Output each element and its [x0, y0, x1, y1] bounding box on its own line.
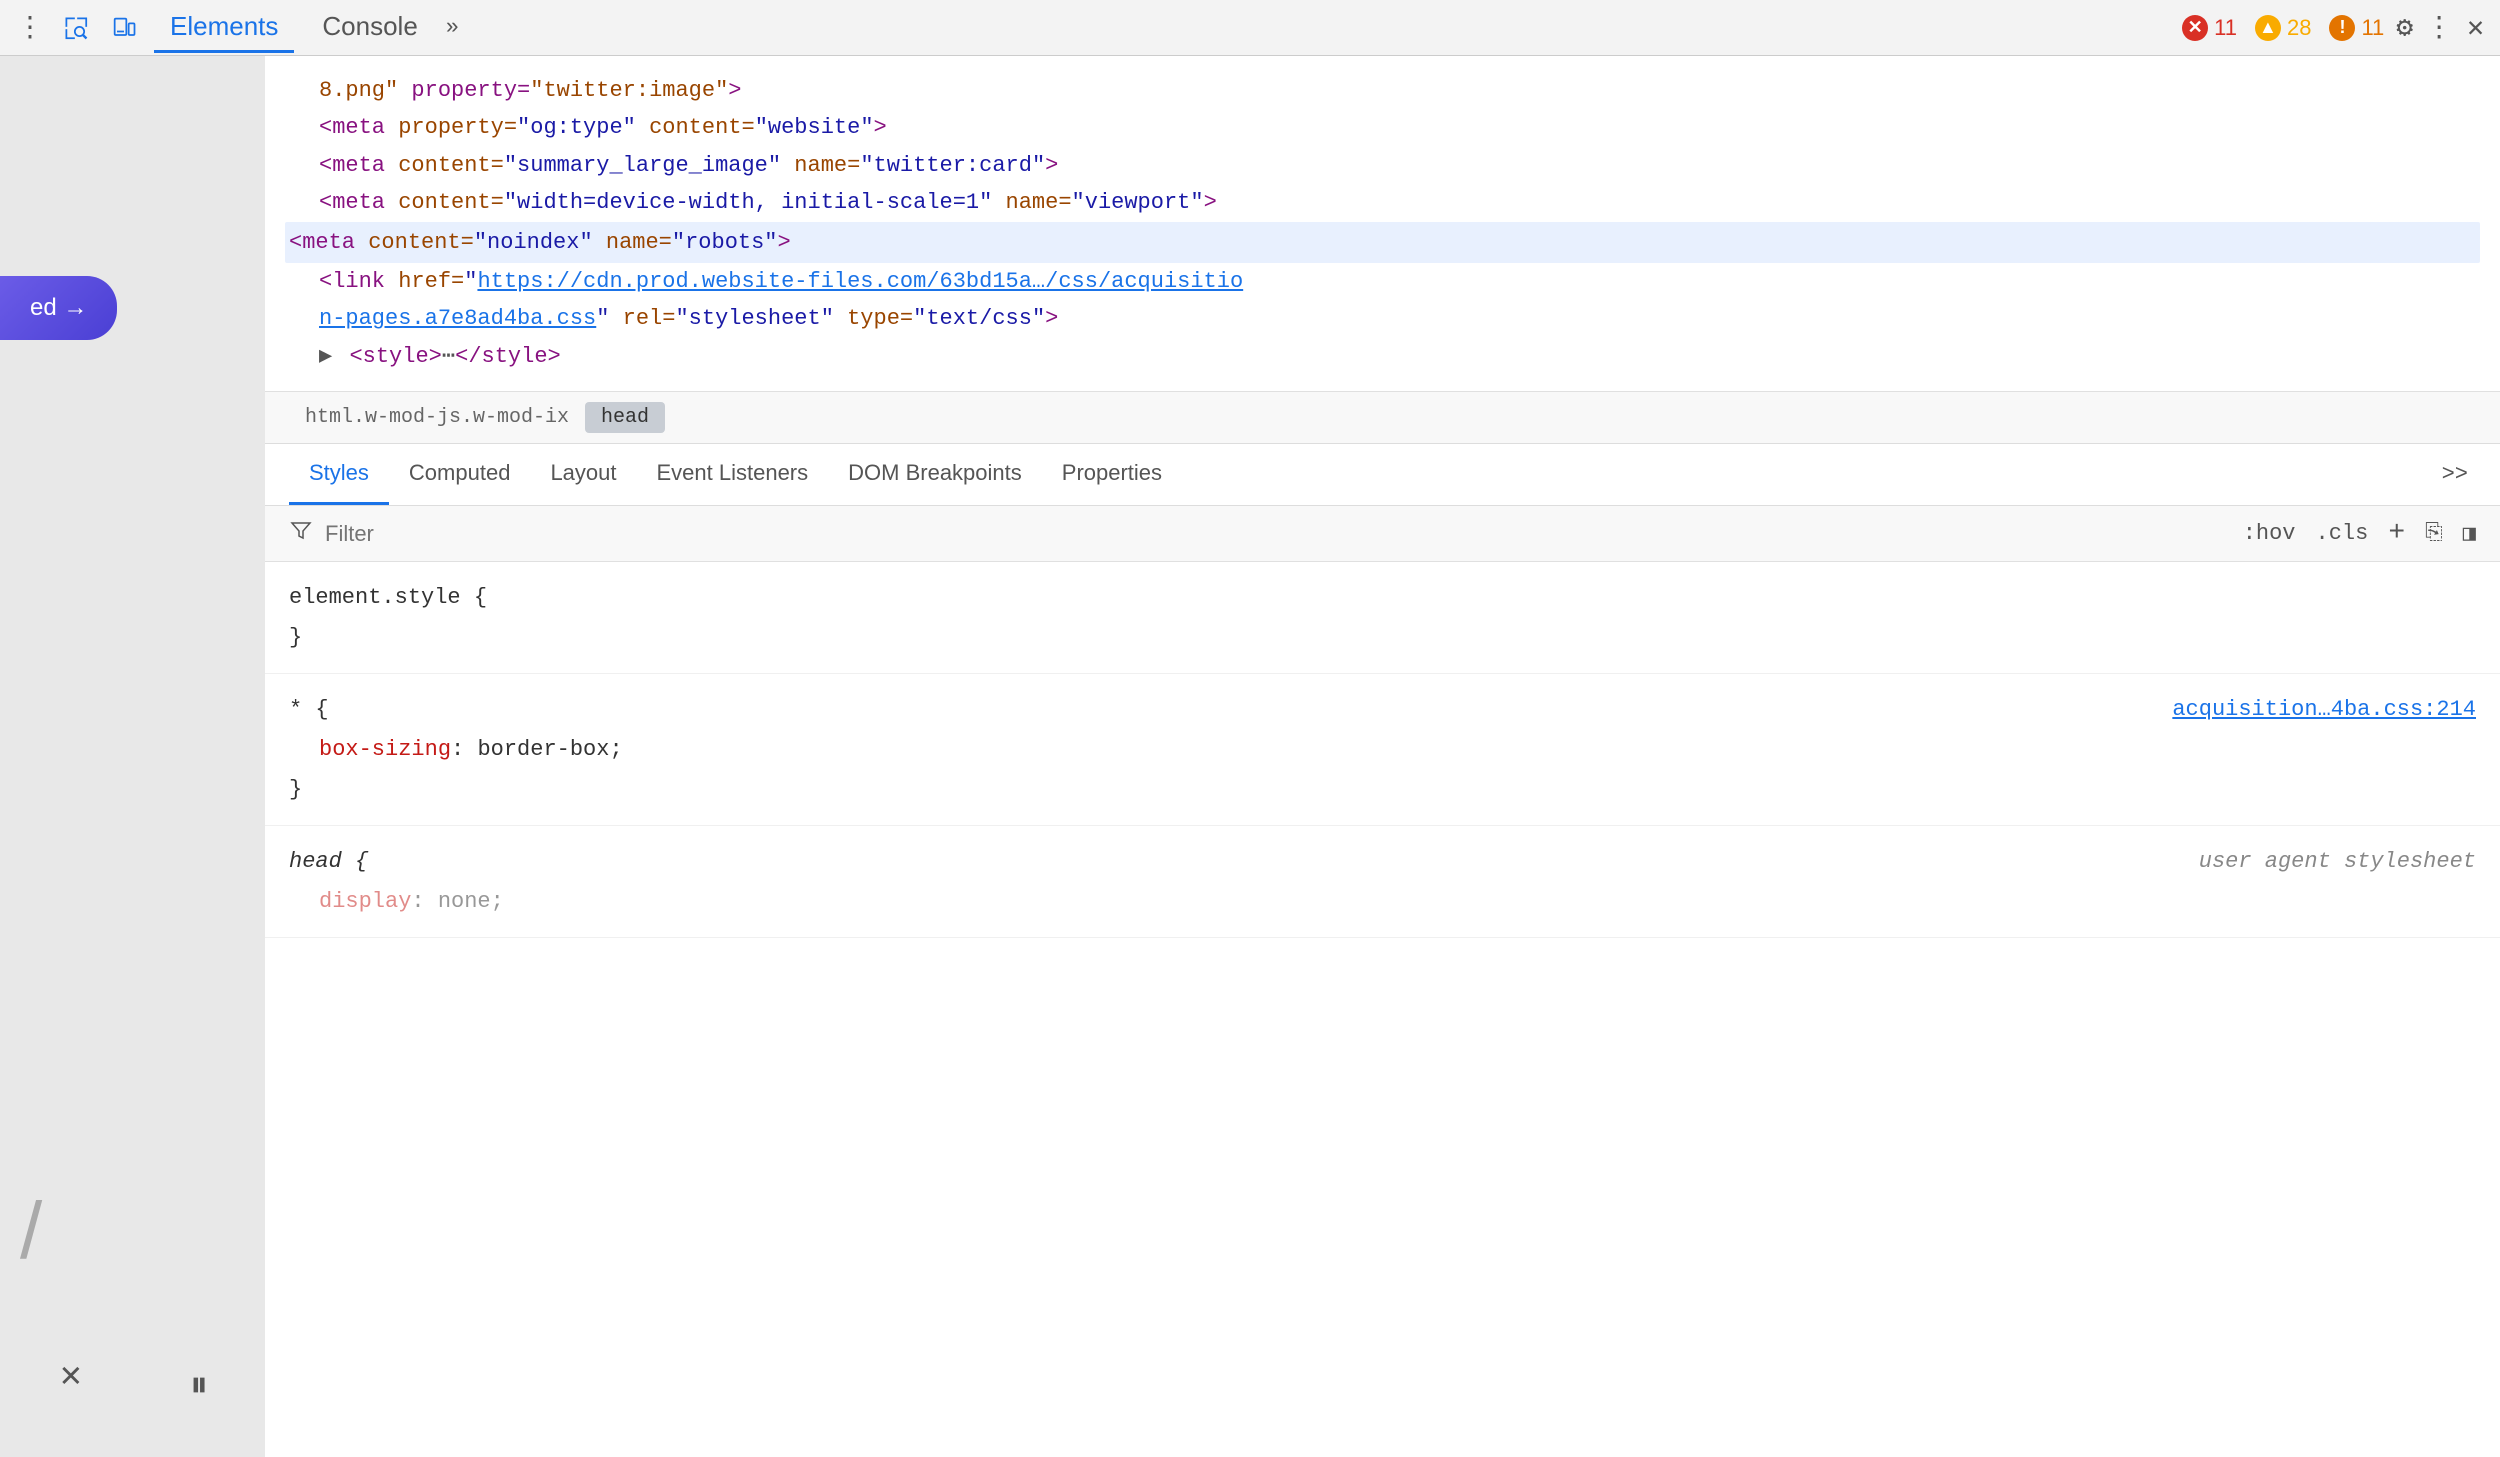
- star-rule: * { acquisition…4ba.css:214 box-sizing: …: [265, 674, 2500, 826]
- cls-button[interactable]: .cls: [2316, 521, 2369, 546]
- styles-tabs-bar: Styles Computed Layout Event Listeners D…: [265, 444, 2500, 506]
- filter-actions: :hov .cls + ⎘ ◨: [2243, 518, 2476, 549]
- filter-bar: :hov .cls + ⎘ ◨: [265, 506, 2500, 562]
- expand-triangle[interactable]: ▶: [319, 344, 332, 369]
- head-rule-property: display: none;: [289, 882, 2476, 922]
- tab-console[interactable]: Console: [306, 3, 433, 53]
- toolbar-badges: ✕ 11 ▲ 28 ! 11: [2182, 15, 2384, 41]
- devtools-toolbar: ⋮ Elements Console » ✕ 11 ▲: [0, 0, 2500, 56]
- html-line-4: <meta content="width=device-width, initi…: [289, 184, 2476, 221]
- info-icon: !: [2329, 15, 2355, 41]
- add-style-button[interactable]: +: [2388, 518, 2405, 549]
- error-count: 11: [2214, 15, 2237, 41]
- breadcrumb-bar: html.w-mod-js.w-mod-ix head: [265, 392, 2500, 444]
- html-line-5-highlighted[interactable]: <meta content="noindex" name="robots">: [285, 222, 2480, 263]
- preview-x-mark: ✕: [60, 1354, 82, 1397]
- toolbar-more-menu[interactable]: ⋮: [2425, 10, 2455, 45]
- star-rule-source[interactable]: acquisition…4ba.css:214: [2172, 690, 2476, 730]
- devtools-panel: 8.png" property="twitter:image"> <meta p…: [265, 56, 2500, 1457]
- tab-dom-breakpoints[interactable]: DOM Breakpoints: [828, 444, 1042, 505]
- element-style-close: }: [289, 618, 2476, 658]
- page-preview: ed → / ✕ ⏸: [0, 56, 265, 1457]
- tabs-more[interactable]: >>: [2434, 450, 2476, 499]
- warning-icon: ▲: [2255, 15, 2281, 41]
- warning-count: 28: [2287, 15, 2311, 41]
- error-badge[interactable]: ✕ 11: [2182, 15, 2237, 41]
- star-selector-line: * { acquisition…4ba.css:214: [289, 690, 2476, 730]
- html-line-7: n-pages.a7e8ad4ba.css" rel="stylesheet" …: [289, 300, 2476, 337]
- html-line-1: 8.png" property="twitter:image">: [289, 72, 2476, 109]
- star-rule-property: box-sizing: border-box;: [289, 730, 2476, 770]
- filter-input[interactable]: [325, 521, 2231, 547]
- head-rule-source: user agent stylesheet: [2199, 842, 2476, 882]
- preview-slash: /: [20, 1185, 42, 1277]
- stylesheet-link[interactable]: https://cdn.prod.website-files.com/63bd1…: [477, 269, 1243, 294]
- tab-event-listeners[interactable]: Event Listeners: [637, 444, 829, 505]
- html-line-3: <meta content="summary_large_image" name…: [289, 147, 2476, 184]
- toolbar-menu-dots[interactable]: ⋮: [16, 10, 46, 45]
- warning-badge[interactable]: ▲ 28: [2255, 15, 2311, 41]
- html-source-area: 8.png" property="twitter:image"> <meta p…: [265, 56, 2500, 392]
- close-devtools-button[interactable]: ✕: [2467, 10, 2484, 45]
- star-rule-close: }: [289, 770, 2476, 810]
- devtools-main: ed → / ✕ ⏸ 8.png" property="twitter:imag…: [0, 56, 2500, 1457]
- html-line-8[interactable]: ▶ <style>⋯</style>: [289, 338, 2476, 375]
- breadcrumb-head[interactable]: head: [585, 402, 665, 433]
- tab-layout[interactable]: Layout: [530, 444, 636, 505]
- breadcrumb-html[interactable]: html.w-mod-js.w-mod-ix: [289, 402, 585, 433]
- preview-button: ed →: [0, 276, 117, 340]
- filter-icon: [289, 518, 313, 549]
- error-icon: ✕: [2182, 15, 2208, 41]
- head-rule: head { user agent stylesheet display: no…: [265, 826, 2500, 938]
- html-line-6: <link href="https://cdn.prod.website-fil…: [289, 263, 2476, 300]
- stylesheet-link-2[interactable]: n-pages.a7e8ad4ba.css: [319, 306, 596, 331]
- element-style-selector: element.style {: [289, 578, 2476, 618]
- pause-icon: ⏸: [190, 1366, 208, 1407]
- inspect-element-button[interactable]: [58, 10, 94, 46]
- tab-elements[interactable]: Elements: [154, 3, 294, 53]
- device-toolbar-button[interactable]: [106, 10, 142, 46]
- tab-properties[interactable]: Properties: [1042, 444, 1182, 505]
- html-attr: 8.png": [319, 78, 398, 103]
- toolbar-more-tabs[interactable]: »: [446, 15, 459, 40]
- element-style-rule: element.style { }: [265, 562, 2500, 674]
- html-line-2: <meta property="og:type" content="websit…: [289, 109, 2476, 146]
- hov-button[interactable]: :hov: [2243, 521, 2296, 546]
- sidebar-toggle-button[interactable]: ◨: [2463, 521, 2476, 547]
- tab-computed[interactable]: Computed: [389, 444, 531, 505]
- info-count: 11: [2361, 15, 2384, 41]
- info-badge[interactable]: ! 11: [2329, 15, 2384, 41]
- settings-button[interactable]: ⚙: [2396, 10, 2413, 45]
- styles-panel: element.style { } * { acquisition…4ba.cs…: [265, 562, 2500, 1457]
- copy-style-button[interactable]: ⎘: [2425, 521, 2443, 546]
- tab-styles[interactable]: Styles: [289, 444, 389, 505]
- head-selector-line: head { user agent stylesheet: [289, 842, 2476, 882]
